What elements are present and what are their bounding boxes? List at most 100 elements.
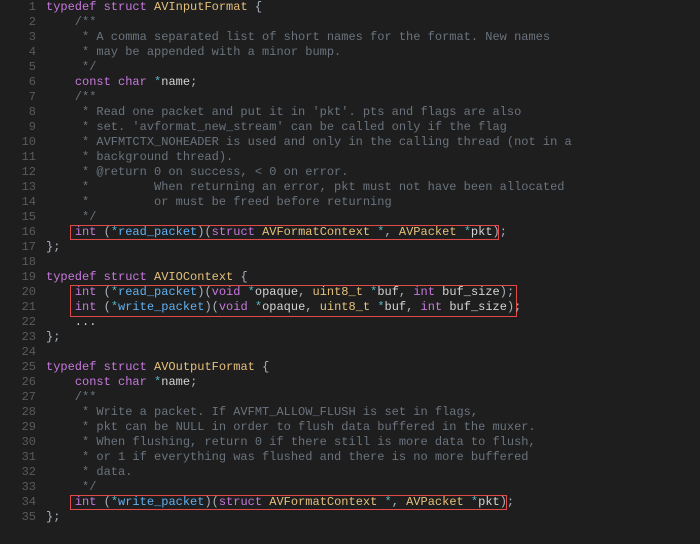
code-content[interactable]: /** [46,390,700,405]
line-number: 35 [0,510,46,525]
code-line[interactable]: 15 */ [0,210,700,225]
code-content[interactable]: * @return 0 on success, < 0 on error. [46,165,700,180]
code-line[interactable]: 12 * @return 0 on success, < 0 on error. [0,165,700,180]
code-content[interactable]: int (*read_packet)(void *opaque, uint8_t… [46,285,700,300]
token-comment: /** [46,90,96,104]
code-content[interactable]: const char *name; [46,75,700,90]
code-content[interactable]: * data. [46,465,700,480]
code-content[interactable]: /** [46,15,700,30]
line-number: 31 [0,450,46,465]
token-type: int [75,300,104,314]
code-line[interactable]: 6 const char *name; [0,75,700,90]
line-number: 33 [0,480,46,495]
code-content[interactable]: int (*write_packet)(void *opaque, uint8_… [46,300,700,315]
code-content[interactable]: typedef struct AVInputFormat { [46,0,700,15]
code-content[interactable]: }; [46,510,700,525]
code-line[interactable]: 35}; [0,510,700,525]
code-content[interactable]: * or 1 if everything was flushed and the… [46,450,700,465]
code-line[interactable]: 32 * data. [0,465,700,480]
token-ident: buf [377,285,399,299]
code-content[interactable]: * Read one packet and put it in 'pkt'. p… [46,105,700,120]
code-line[interactable]: 7 /** [0,90,700,105]
code-content[interactable]: * background thread). [46,150,700,165]
code-content[interactable] [46,345,700,360]
line-number: 26 [0,375,46,390]
token-kw: struct [212,225,262,239]
code-line[interactable]: 25typedef struct AVOutputFormat { [0,360,700,375]
code-content[interactable]: int (*read_packet)(struct AVFormatContex… [46,225,700,240]
token-type: char [118,375,154,389]
code-content[interactable]: * AVFMTCTX_NOHEADER is used and only in … [46,135,700,150]
code-line[interactable]: 9 * set. 'avformat_new_stream' can be ca… [0,120,700,135]
code-content[interactable]: /** [46,90,700,105]
line-number: 17 [0,240,46,255]
token-comment: * background thread). [46,150,233,164]
code-line[interactable]: 34 int (*write_packet)(struct AVFormatCo… [0,495,700,510]
code-line[interactable]: 30 * When flushing, return 0 if there st… [0,435,700,450]
code-editor[interactable]: 1typedef struct AVInputFormat {2 /**3 * … [0,0,700,544]
token-typename: AVPacket [406,495,471,509]
token-kw: struct [104,360,154,374]
token-ident: name [161,375,190,389]
code-content[interactable]: * When returning an error, pkt must not … [46,180,700,195]
code-line[interactable]: 8 * Read one packet and put it in 'pkt'.… [0,105,700,120]
code-content[interactable]: typedef struct AVOutputFormat { [46,360,700,375]
code-content[interactable]: */ [46,60,700,75]
code-line[interactable]: 19typedef struct AVIOContext { [0,270,700,285]
code-content[interactable]: }; [46,330,700,345]
token-kw: typedef [46,270,104,284]
code-line[interactable]: 31 * or 1 if everything was flushed and … [0,450,700,465]
token-comment: * @return 0 on success, < 0 on error. [46,165,348,179]
code-content[interactable]: */ [46,480,700,495]
code-content[interactable]: * may be appended with a minor bump. [46,45,700,60]
code-line[interactable]: 27 /** [0,390,700,405]
line-number: 25 [0,360,46,375]
code-content[interactable]: typedef struct AVIOContext { [46,270,700,285]
token-punc: ( [104,300,111,314]
line-number: 22 [0,315,46,330]
token-punc: , [298,285,312,299]
code-line[interactable]: 10 * AVFMTCTX_NOHEADER is used and only … [0,135,700,150]
code-line[interactable]: 33 */ [0,480,700,495]
code-content[interactable]: * A comma separated list of short names … [46,30,700,45]
code-line[interactable]: 22 ... [0,315,700,330]
code-line[interactable]: 24 [0,345,700,360]
line-number: 10 [0,135,46,150]
code-line[interactable]: 14 * or must be freed before returning [0,195,700,210]
code-line[interactable]: 26 const char *name; [0,375,700,390]
line-number: 30 [0,435,46,450]
code-content[interactable]: * Write a packet. If AVFMT_ALLOW_FLUSH i… [46,405,700,420]
code-content[interactable]: * pkt can be NULL in order to flush data… [46,420,700,435]
token-ident: buf_size [449,300,507,314]
token-punc: ); [493,225,507,239]
code-line[interactable]: 18 [0,255,700,270]
code-content[interactable]: * or must be freed before returning [46,195,700,210]
token-ident [46,285,75,299]
code-line[interactable]: 2 /** [0,15,700,30]
code-content[interactable]: const char *name; [46,375,700,390]
code-content[interactable]: }; [46,240,700,255]
code-line[interactable]: 1typedef struct AVInputFormat { [0,0,700,15]
code-line[interactable]: 23}; [0,330,700,345]
code-content[interactable]: int (*write_packet)(struct AVFormatConte… [46,495,700,510]
code-line[interactable]: 20 int (*read_packet)(void *opaque, uint… [0,285,700,300]
code-content[interactable]: */ [46,210,700,225]
code-content[interactable] [46,255,700,270]
code-line[interactable]: 11 * background thread). [0,150,700,165]
code-content[interactable]: * set. 'avformat_new_stream' can be call… [46,120,700,135]
code-content[interactable]: ... [46,315,700,330]
code-line[interactable]: 28 * Write a packet. If AVFMT_ALLOW_FLUS… [0,405,700,420]
code-line[interactable]: 3 * A comma separated list of short name… [0,30,700,45]
token-punc: { [262,360,269,374]
code-line[interactable]: 17}; [0,240,700,255]
code-line[interactable]: 29 * pkt can be NULL in order to flush d… [0,420,700,435]
code-line[interactable]: 16 int (*read_packet)(struct AVFormatCon… [0,225,700,240]
token-func: write_packet [118,300,204,314]
code-line[interactable]: 5 */ [0,60,700,75]
code-line[interactable]: 13 * When returning an error, pkt must n… [0,180,700,195]
code-line[interactable]: 21 int (*write_packet)(void *opaque, uin… [0,300,700,315]
code-content[interactable]: * When flushing, return 0 if there still… [46,435,700,450]
code-line[interactable]: 4 * may be appended with a minor bump. [0,45,700,60]
token-type: void [212,285,248,299]
token-typename: AVPacket [399,225,464,239]
